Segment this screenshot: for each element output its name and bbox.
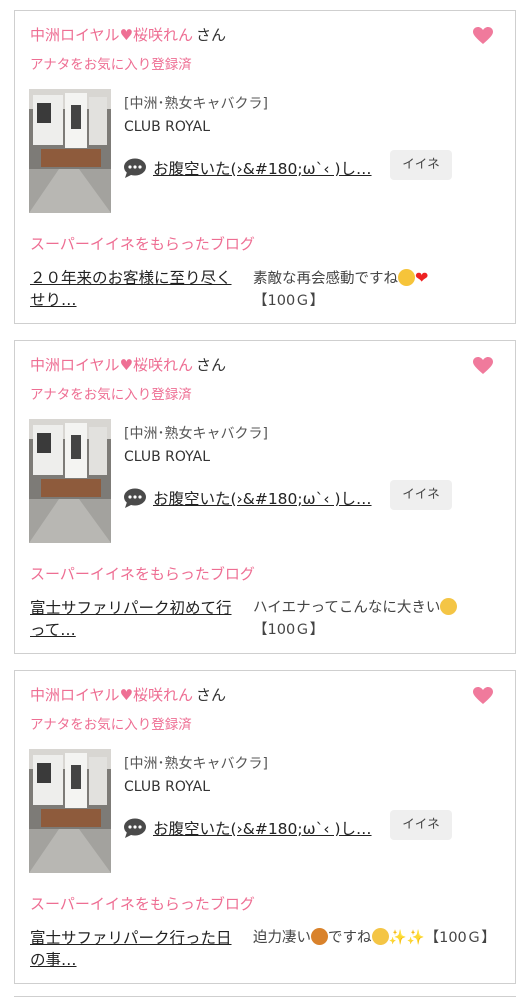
- super-iine-blog-label: スーパーイイネをもらったブログ: [30, 565, 255, 583]
- speech-bubble-icon: [124, 488, 146, 508]
- honorific: さん: [196, 686, 227, 704]
- red-heart-emoji-icon: ❤: [415, 268, 429, 287]
- girl-name-link[interactable]: 桜咲れん: [133, 356, 193, 374]
- shop-category: [中洲･熟女キャバクラ]: [124, 426, 268, 442]
- iine-button[interactable]: イイネ: [390, 810, 452, 840]
- shop-name-link[interactable]: 中洲ロイヤル: [30, 356, 120, 374]
- shop-category: [中洲･熟女キャバクラ]: [124, 96, 268, 112]
- comment-text: 素敵な再会感動ですね: [253, 271, 398, 287]
- favorite-heart-icon[interactable]: [473, 357, 493, 375]
- notification-card: 中洲ロイヤル♥桜咲れん さん アナタをお気に入り登録済 [中洲･熟女キャバクラ] …: [14, 340, 516, 654]
- notification-card: 中洲ロイヤル♥桜咲れん さん アナタをお気に入り登録済 [中洲･熟女キャバクラ] …: [14, 10, 516, 324]
- reward-points: 【100Ｇ】: [253, 293, 325, 309]
- shop-name-link[interactable]: 中洲ロイヤル: [30, 686, 120, 704]
- card-header[interactable]: 中洲ロイヤル♥桜咲れん さん: [30, 355, 226, 375]
- girl-thumbnail[interactable]: [29, 89, 111, 213]
- girl-name-link[interactable]: 桜咲れん: [133, 686, 193, 704]
- girl-thumbnail[interactable]: [29, 749, 111, 873]
- card-header[interactable]: 中洲ロイヤル♥桜咲れん さん: [30, 685, 226, 705]
- honorific: さん: [196, 356, 227, 374]
- super-iine-blog-label: スーパーイイネをもらったブログ: [30, 235, 255, 253]
- reward-points: 【100Ｇ】: [424, 930, 496, 946]
- blog-comment: 迫力凄い ですね ✨✨【100Ｇ】: [253, 927, 509, 949]
- shop-title: CLUB ROYAL: [124, 449, 211, 465]
- notification-card: 中洲ロイヤル♥桜咲れん さん アナタをお気に入り登録済 [中洲･熟女キャバクラ] …: [14, 670, 516, 984]
- heart-icon: ♥: [119, 686, 134, 704]
- latest-message-link[interactable]: お腹空いた(›&#180;ω`‹ )し…: [153, 817, 372, 839]
- latest-message-link[interactable]: お腹空いた(›&#180;ω`‹ )し…: [153, 487, 372, 509]
- reward-points: 【100Ｇ】: [253, 622, 325, 638]
- comment-text-b: ですね: [328, 930, 372, 946]
- favorite-heart-icon[interactable]: [473, 687, 493, 705]
- shop-category: [中洲･熟女キャバクラ]: [124, 756, 268, 772]
- blog-title-link[interactable]: 富士サファリパーク初めて行って…: [30, 597, 244, 641]
- comment-text-a: 迫力凄い: [253, 930, 311, 946]
- favorite-status: アナタをお気に入り登録済: [30, 387, 192, 403]
- exploding-head-emoji-icon: [440, 598, 458, 615]
- iine-button[interactable]: イイネ: [390, 150, 452, 180]
- girl-thumbnail[interactable]: [29, 419, 111, 543]
- shop-title: CLUB ROYAL: [124, 779, 211, 795]
- speech-bubble-icon: [124, 158, 146, 178]
- blog-title-link[interactable]: ２０年来のお客様に至り尽くせり…: [30, 267, 244, 311]
- iine-button[interactable]: イイネ: [390, 480, 452, 510]
- favorite-heart-icon[interactable]: [473, 27, 493, 45]
- heart-eyes-emoji-icon: [398, 269, 415, 286]
- sparkles-emoji-icon: ✨✨: [388, 930, 425, 946]
- exploding-head-emoji-icon: [371, 928, 389, 945]
- latest-message-link[interactable]: お腹空いた(›&#180;ω`‹ )し…: [153, 157, 372, 179]
- favorite-status: アナタをお気に入り登録済: [30, 717, 192, 733]
- shop-name-link[interactable]: 中洲ロイヤル: [30, 26, 120, 44]
- blog-comment: 素敵な再会感動ですね ❤ 【100Ｇ】: [253, 267, 509, 312]
- comment-text: ハイエナってこんなに大きい: [253, 600, 441, 616]
- card-header[interactable]: 中洲ロイヤル♥桜咲れん さん: [30, 25, 226, 45]
- heart-icon: ♥: [119, 356, 134, 374]
- blog-title-link[interactable]: 富士サファリパーク行った日の事…: [30, 927, 244, 971]
- blog-comment: ハイエナってこんなに大きい 【100Ｇ】: [253, 597, 509, 641]
- super-iine-blog-label: スーパーイイネをもらったブログ: [30, 895, 255, 913]
- lion-emoji-icon: [311, 928, 328, 945]
- girl-name-link[interactable]: 桜咲れん: [133, 26, 193, 44]
- speech-bubble-icon: [124, 818, 146, 838]
- shop-title: CLUB ROYAL: [124, 119, 211, 135]
- favorite-status: アナタをお気に入り登録済: [30, 57, 192, 73]
- honorific: さん: [196, 26, 227, 44]
- heart-icon: ♥: [119, 26, 134, 44]
